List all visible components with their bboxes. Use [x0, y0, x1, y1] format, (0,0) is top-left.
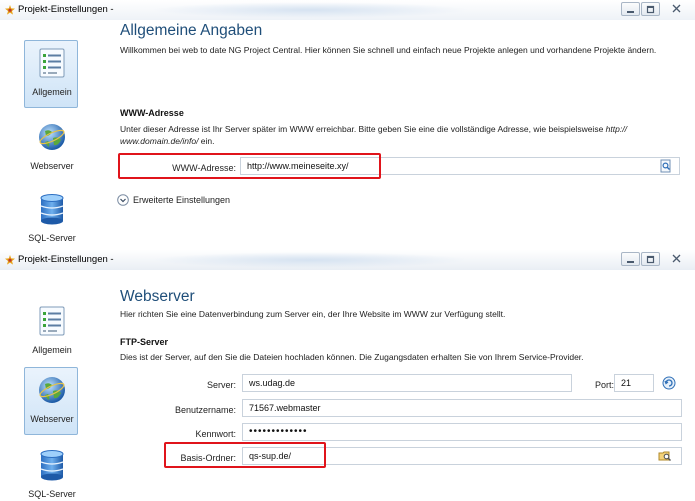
sidebar-item-label: Allgemein — [32, 87, 72, 97]
base-folder-label: Basis-Ordner: — [180, 453, 236, 463]
settings-sidebar: Allgemein Webserver SQL-Server — [0, 272, 100, 501]
server-label: Server: — [206, 380, 236, 390]
sidebar-item-sql-server[interactable]: SQL-Server — [24, 442, 78, 501]
maximize-icon — [646, 5, 655, 14]
project-settings-window-webserver: Projekt-Einstellungen - Allgemein Webser… — [0, 250, 695, 501]
base-folder-input[interactable]: qs-sup.de/ — [242, 447, 682, 465]
close-icon — [672, 254, 681, 263]
www-description: Unter dieser Adresse ist Ihr Server spät… — [120, 123, 680, 147]
title-bar-glow — [150, 2, 470, 18]
sidebar-item-allgemein[interactable]: Allgemein — [24, 298, 78, 366]
database-icon — [40, 450, 64, 481]
port-input[interactable]: 21 — [614, 374, 654, 392]
advanced-settings-label: Erweiterte Einstellungen — [133, 195, 231, 205]
password-input[interactable]: ••••••••••••• — [242, 423, 682, 441]
intro-text: Hier richten Sie eine Datenverbindung zu… — [120, 309, 506, 319]
close-button[interactable] — [668, 252, 687, 266]
server-input[interactable]: ws.udag.de — [242, 374, 572, 392]
close-icon — [672, 4, 681, 13]
sidebar-item-label: SQL-Server — [28, 233, 76, 243]
app-icon — [5, 5, 15, 15]
page-title: Webserver — [120, 288, 195, 305]
globe-icon — [39, 124, 65, 150]
app-icon — [5, 255, 15, 265]
www-description-text: ein. — [198, 136, 215, 146]
intro-text: Willkommen bei web to date NG Project Ce… — [120, 45, 657, 55]
sidebar-item-label: SQL-Server — [28, 489, 76, 499]
title-bar: Projekt-Einstellungen - — [0, 0, 695, 20]
minimize-button[interactable] — [621, 252, 640, 266]
window-title: Projekt-Einstellungen - — [18, 254, 114, 265]
sidebar-item-webserver[interactable]: Webserver — [24, 114, 78, 182]
www-description-example: www.domain.de/info/ — [120, 136, 199, 146]
close-button[interactable] — [668, 2, 687, 16]
browse-icon[interactable] — [659, 159, 673, 173]
password-label: Kennwort: — [195, 429, 236, 439]
section-title-ftp-server: FTP-Server — [120, 337, 169, 347]
sidebar-item-label: Webserver — [30, 414, 74, 424]
maximize-button[interactable] — [641, 2, 660, 16]
maximize-button[interactable] — [641, 252, 660, 266]
general-settings-panel: Allgemeine Angaben Willkommen bei web to… — [117, 22, 685, 250]
title-bar: Projekt-Einstellungen - — [0, 250, 695, 270]
minimize-icon — [627, 261, 634, 263]
port-label: Port: — [594, 380, 614, 390]
checklist-icon — [39, 48, 65, 78]
username-label: Benutzername: — [174, 405, 236, 415]
www-description-example: http:// — [605, 124, 627, 134]
sidebar-item-sql-server[interactable]: SQL-Server — [24, 186, 78, 250]
chevron-down-icon — [117, 194, 129, 206]
www-address-input[interactable]: http://www.meineseite.xy/ — [240, 157, 680, 175]
page-title: Allgemeine Angaben — [120, 22, 263, 39]
sidebar-item-allgemein[interactable]: Allgemein — [24, 40, 78, 108]
username-input[interactable]: 71567.webmaster — [242, 399, 682, 417]
webserver-settings-panel: Webserver Hier richten Sie eine Datenver… — [120, 288, 685, 501]
section-title-www-adresse: WWW-Adresse — [120, 108, 184, 118]
refresh-icon[interactable] — [662, 376, 676, 390]
www-description-text: Unter dieser Adresse ist Ihr Server spät… — [120, 124, 606, 134]
checklist-icon — [39, 306, 65, 336]
maximize-icon — [646, 255, 655, 264]
window-title: Projekt-Einstellungen - — [18, 4, 114, 15]
minimize-button[interactable] — [621, 2, 640, 16]
www-address-label: WWW-Adresse: — [172, 163, 236, 173]
globe-icon — [39, 377, 65, 403]
project-settings-window-general: Projekt-Einstellungen - Allgemein Webser… — [0, 0, 695, 250]
database-icon — [40, 194, 64, 225]
sidebar-item-label: Allgemein — [32, 345, 72, 355]
settings-sidebar: Allgemein Webserver SQL-Server — [0, 22, 100, 250]
minimize-icon — [627, 11, 634, 13]
title-bar-glow — [150, 252, 470, 268]
ftp-description: Dies ist der Server, auf den Sie die Dat… — [120, 352, 584, 362]
browse-folder-icon[interactable] — [658, 449, 672, 463]
sidebar-item-label: Webserver — [30, 161, 74, 171]
advanced-settings-toggle[interactable]: Erweiterte Einstellungen — [117, 194, 247, 208]
sidebar-item-webserver[interactable]: Webserver — [24, 367, 78, 435]
